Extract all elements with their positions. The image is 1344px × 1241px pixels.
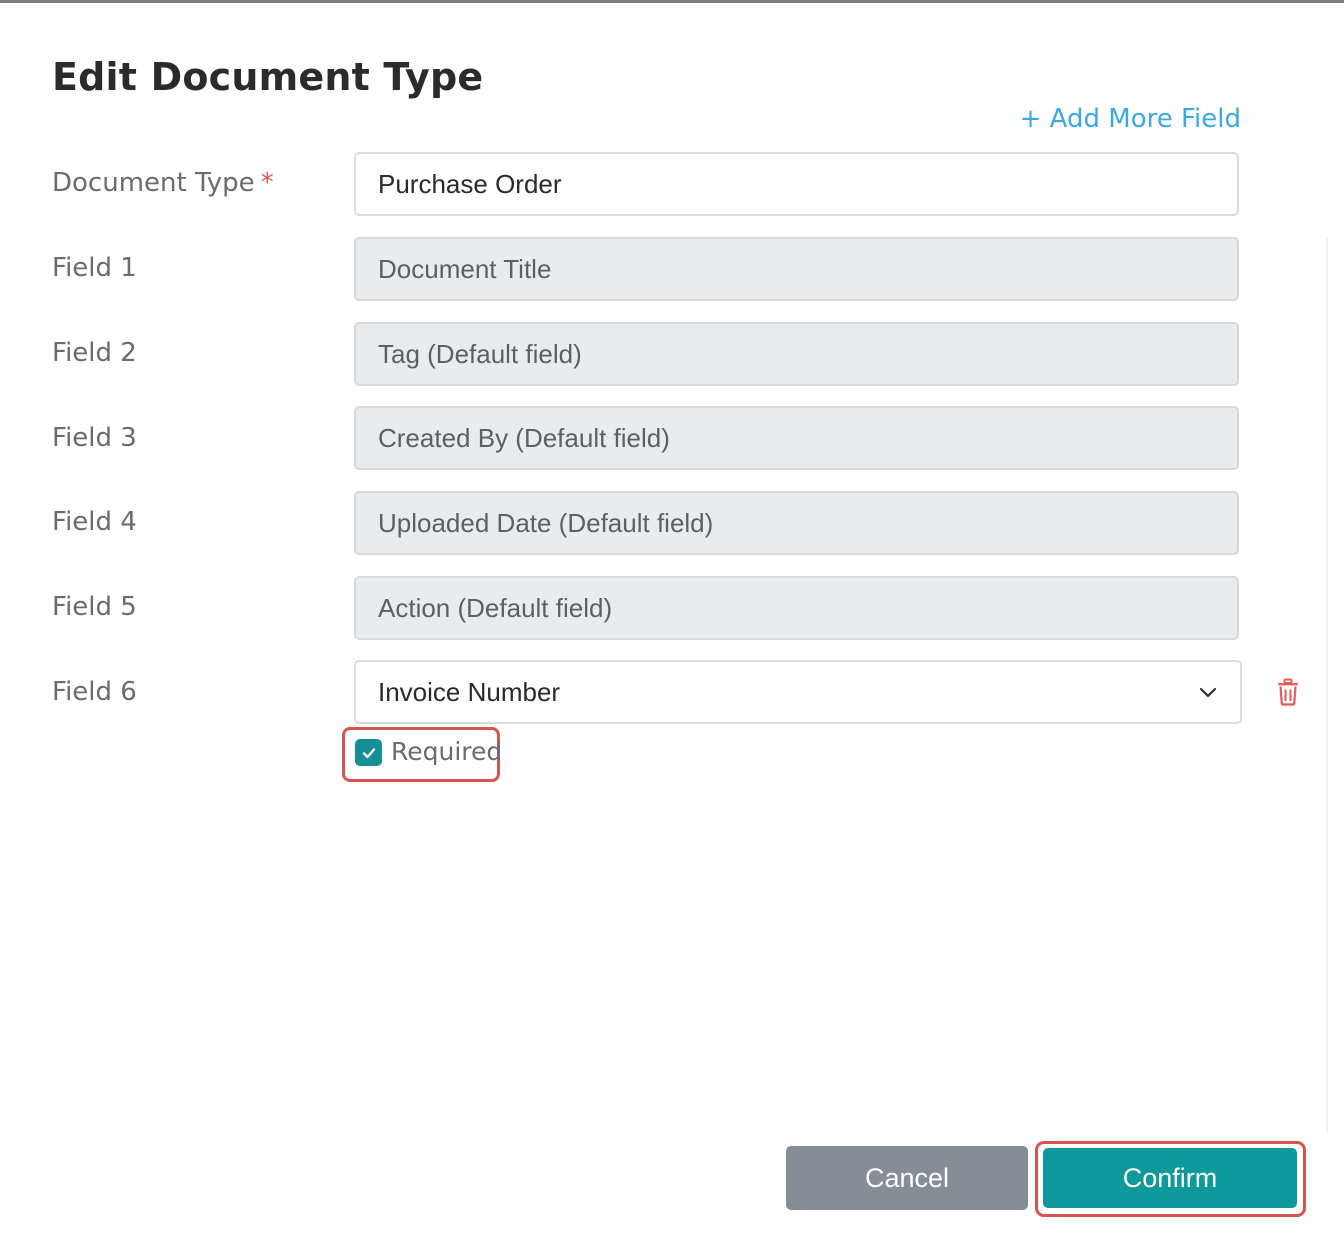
add-more-field-link[interactable]: + Add More Field — [1020, 104, 1241, 134]
field-3-label: Field 3 — [52, 423, 137, 453]
field-2-input: Tag (Default field) — [354, 322, 1239, 386]
dialog-title: Edit Document Type — [52, 55, 484, 99]
trash-icon[interactable] — [1276, 678, 1300, 706]
cancel-button[interactable]: Cancel — [786, 1146, 1028, 1210]
document-type-label-text: Document Type — [52, 168, 255, 198]
field-4-input: Uploaded Date (Default field) — [354, 491, 1239, 555]
dialog-top-border — [0, 0, 1344, 3]
field-5-input: Action (Default field) — [354, 576, 1239, 640]
field-6-selected-value: Invoice Number — [378, 676, 561, 707]
confirm-button[interactable]: Confirm — [1043, 1148, 1297, 1208]
document-type-input[interactable]: Purchase Order — [354, 152, 1239, 216]
field-6-label: Field 6 — [52, 677, 137, 707]
required-checkbox-label[interactable]: Required — [391, 737, 502, 766]
chevron-down-icon — [1199, 687, 1217, 698]
field-4-label: Field 4 — [52, 507, 137, 537]
required-checkbox[interactable] — [355, 739, 382, 766]
scrollbar-track[interactable] — [1326, 238, 1328, 1133]
field-2-label: Field 2 — [52, 338, 137, 368]
field-3-input: Created By (Default field) — [354, 406, 1239, 470]
field-6-select[interactable]: Invoice Number — [354, 660, 1242, 724]
field-1-label: Field 1 — [52, 253, 137, 283]
field-5-label: Field 5 — [52, 592, 137, 622]
document-type-label: Document Type * — [52, 168, 274, 198]
required-asterisk: * — [260, 168, 274, 198]
field-1-input: Document Title — [354, 237, 1239, 301]
check-icon — [362, 747, 375, 758]
